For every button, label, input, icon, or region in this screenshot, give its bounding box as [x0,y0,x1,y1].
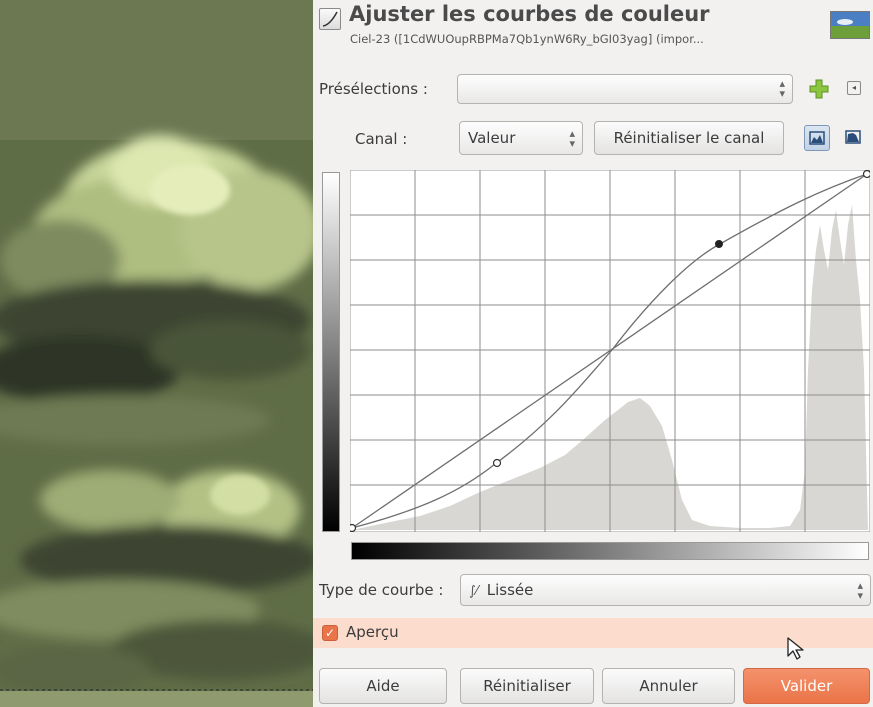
combo-arrows-icon: ▴ ▾ [779,77,785,100]
curve-type-combo[interactable]: ∫⁄ Lissée ▴ ▾ [460,574,871,606]
image-thumbnail-icon [830,11,870,39]
channel-label: Canal : [355,130,408,148]
help-button[interactable]: Aide [319,668,447,704]
curve-point[interactable] [492,458,502,468]
presets-combo[interactable]: ▴ ▾ [457,74,793,104]
curves-tool-icon [319,8,341,30]
channel-combo[interactable]: Valeur ▴ ▾ [459,121,583,155]
curves-dialog: Ajuster les courbes de couleur Ciel-23 (… [313,0,873,707]
mouse-pointer-icon [786,636,806,664]
horizontal-gradient-bar [351,542,869,560]
logarithmic-histogram-icon[interactable] [841,125,867,151]
vertical-gradient-bar [322,172,340,532]
curve-type-value: Lissée [486,581,534,599]
linear-histogram-icon[interactable] [804,125,830,151]
curve-type-label: Type de courbe : [319,581,444,599]
curve-point[interactable] [350,523,357,532]
cancel-button[interactable]: Annuler [602,668,735,704]
image-canvas[interactable] [0,0,313,707]
cloud-image [0,0,313,707]
preview-label: Aperçu [346,623,399,641]
add-preset-icon[interactable] [808,78,830,100]
smooth-curve-icon: ∫⁄ [469,584,478,599]
dialog-title: Ajuster les courbes de couleur [349,2,710,26]
preset-menu-icon[interactable]: ◂ [847,81,861,95]
curve-point[interactable] [862,170,871,179]
curve-point-selected[interactable] [715,240,723,248]
channel-value: Valeur [468,129,516,147]
presets-label: Présélections : [319,80,428,98]
reset-button[interactable]: Réinitialiser [460,668,594,704]
reset-channel-button[interactable]: Réinitialiser le canal [594,121,784,155]
preview-checkbox[interactable]: ✓ [322,625,338,641]
combo-arrows-icon: ▴ ▾ [857,579,863,602]
ok-button[interactable]: Valider [743,668,870,704]
combo-arrows-icon: ▴ ▾ [569,127,575,150]
curves-graph[interactable] [350,170,870,532]
dialog-subtitle: Ciel-23 ([1CdWUOupRBPMa7Qb1ynW6Ry_bGI03y… [350,32,704,46]
